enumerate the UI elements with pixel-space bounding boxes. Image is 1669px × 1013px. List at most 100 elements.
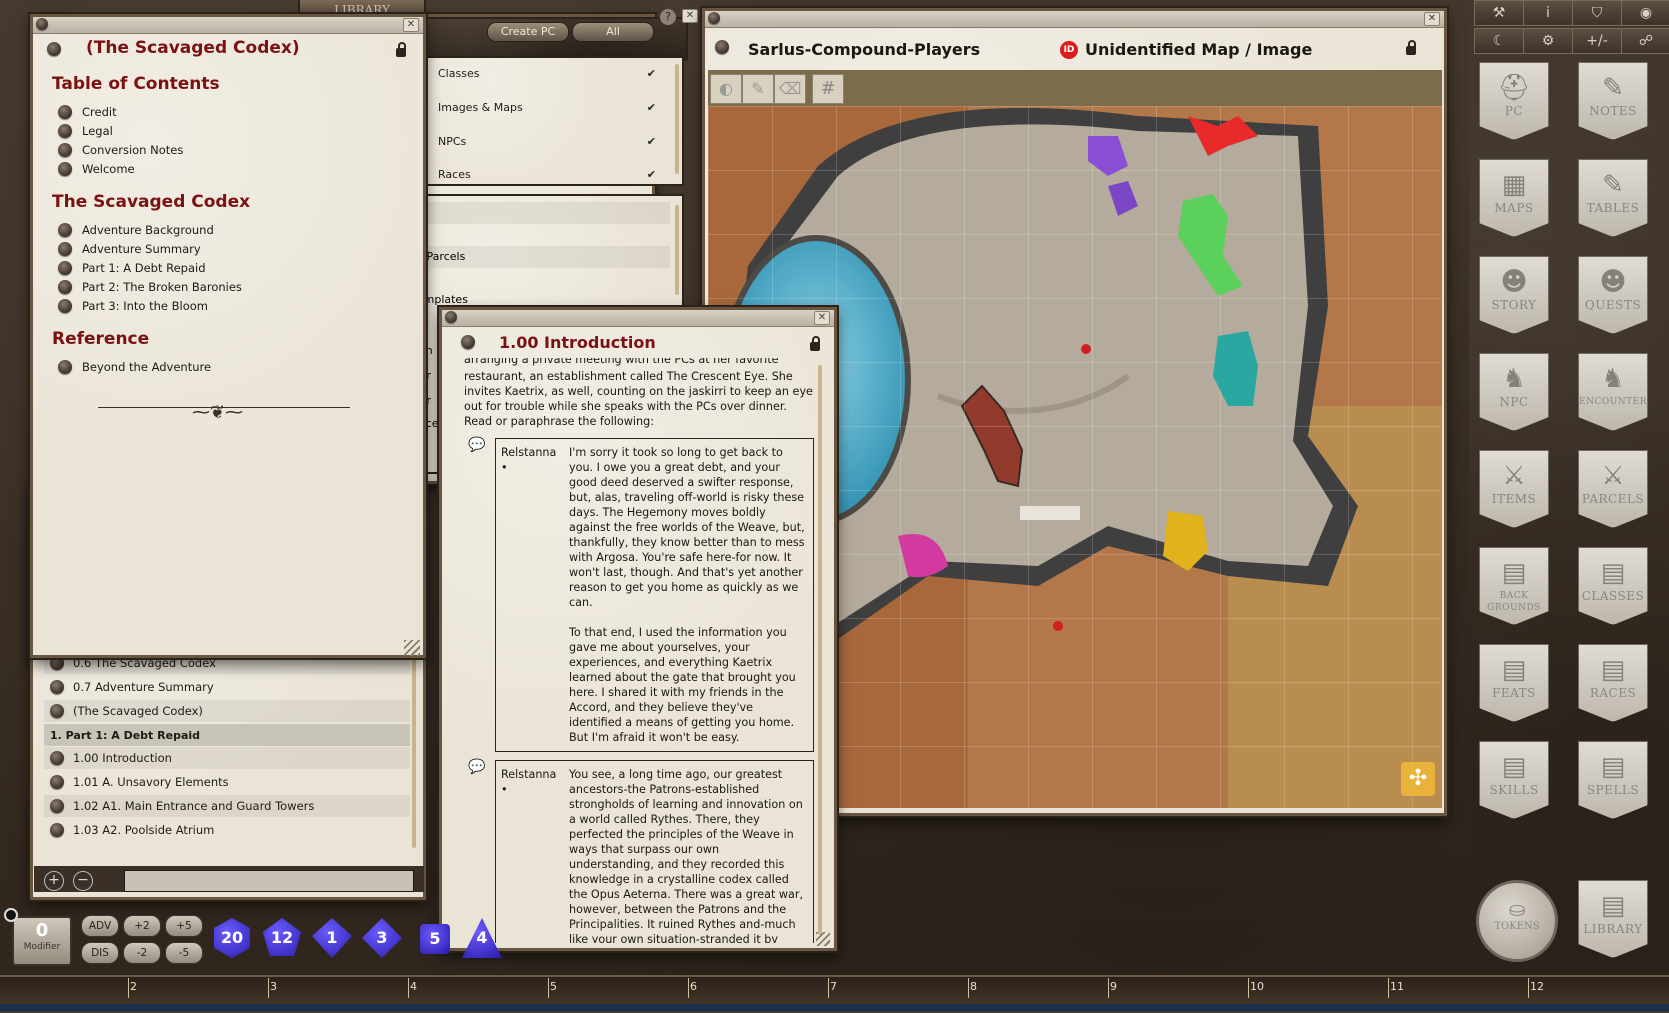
sidebar-button-races[interactable]: ▤ RACES <box>1578 644 1648 722</box>
map-close-button[interactable]: ✕ <box>1424 12 1440 26</box>
link-knob-icon[interactable] <box>50 799 64 813</box>
d12-die-icon[interactable]: 12 <box>262 918 302 956</box>
link-knob-icon[interactable] <box>50 656 64 670</box>
grid-tool-button[interactable]: # <box>812 74 844 104</box>
map-share-button[interactable]: ✣ <box>1401 762 1435 796</box>
modifier-button-0[interactable]: ADV <box>81 915 119 937</box>
settings-tool-button[interactable]: ⚙ <box>1523 28 1573 54</box>
link-knob-icon[interactable] <box>58 142 72 157</box>
toc-item[interactable]: Adventure Background <box>52 220 392 239</box>
toc-item[interactable]: Part 3: Into the Bloom <box>52 296 392 315</box>
modifier-button-5[interactable]: -5 <box>165 942 203 964</box>
lock-icon[interactable] <box>396 42 406 57</box>
intro-close-button[interactable]: ✕ <box>814 311 830 325</box>
remove-button[interactable]: − <box>73 871 93 891</box>
toc-item[interactable]: Legal <box>52 121 392 140</box>
codex-link-icon[interactable] <box>47 42 61 56</box>
library-row-images[interactable]: Images & Maps ✔ <box>438 93 666 123</box>
sidebar-button-items[interactable]: ⚔ ITEMS <box>1479 450 1549 528</box>
library-row-races[interactable]: Races ✔ <box>438 161 666 179</box>
link-knob-icon[interactable] <box>50 680 64 694</box>
sidebar-button-pc[interactable]: ⛑ PC <box>1479 62 1549 140</box>
effects-tool-button[interactable]: ☍ <box>1621 28 1669 54</box>
modifier-button-1[interactable]: +2 <box>123 915 161 937</box>
modifier-button-3[interactable]: DIS <box>81 942 119 964</box>
sidebar-button-story[interactable]: ☻ STORY <box>1479 256 1549 334</box>
link-knob-icon[interactable] <box>50 775 64 789</box>
tokens-button[interactable]: ⛀ TOKENS <box>1476 880 1558 962</box>
sidebar-button-tables[interactable]: ✎ TABLES <box>1578 159 1648 237</box>
modifier-button-4[interactable]: -2 <box>123 942 161 964</box>
sidebar-button-quests[interactable]: ☻ QUESTS <box>1578 256 1648 334</box>
filter-search-input[interactable] <box>124 870 414 892</box>
sidebar-button-maps[interactable]: ▦ MAPS <box>1479 159 1549 237</box>
library-scroll-rail[interactable] <box>675 64 679 174</box>
party-tool-button[interactable]: ⅰ <box>1523 0 1573 26</box>
link-knob-icon[interactable] <box>58 123 72 138</box>
codex-close-button[interactable]: ✕ <box>403 18 419 32</box>
modifiers-tool-button[interactable]: +/- <box>1572 28 1622 54</box>
library-row-classes[interactable]: Classes ✔ <box>438 59 666 89</box>
toc-item[interactable]: Welcome <box>52 159 392 178</box>
d20-die-icon[interactable]: 20 <box>214 918 250 958</box>
link-knob-icon[interactable] <box>50 751 64 765</box>
module-row-partial[interactable]: re Parcels <box>412 246 670 268</box>
story-list-item[interactable]: 1.01 A. Unsavory Elements <box>44 771 410 793</box>
link-knob-icon[interactable] <box>58 260 72 275</box>
sidebar-button-spells[interactable]: ▤ SPELLS <box>1578 741 1648 819</box>
toc-item[interactable]: Credit <box>52 102 392 121</box>
lock-icon[interactable] <box>810 336 820 351</box>
eraser-tool-button[interactable]: ⌫ <box>774 74 806 104</box>
story-list-item[interactable]: 0.7 Adventure Summary <box>44 676 410 698</box>
chat-tool-button[interactable]: ⛉ <box>1572 0 1622 26</box>
story-list-item[interactable]: 1.02 A1. Main Entrance and Guard Towers <box>44 795 410 817</box>
modifier-button-2[interactable]: +5 <box>165 915 203 937</box>
help-button[interactable]: ? <box>660 9 676 25</box>
story-list-item[interactable]: (The Scavaged Codex) <box>44 700 410 722</box>
d8-die-icon[interactable]: 3 <box>362 918 402 958</box>
link-knob-icon[interactable] <box>58 222 72 237</box>
link-knob-icon[interactable] <box>58 241 72 256</box>
link-knob-icon[interactable] <box>58 279 72 294</box>
sidebar-button-npc[interactable]: ♞ NPC <box>1479 353 1549 431</box>
map-titlebar[interactable]: ✕ <box>705 11 1444 28</box>
toc-item[interactable]: Part 1: A Debt Repaid <box>52 258 392 277</box>
map-link-icon[interactable] <box>715 40 729 54</box>
toc-item[interactable]: Adventure Summary <box>52 239 392 258</box>
link-knob-icon[interactable] <box>58 359 72 374</box>
all-filter-button[interactable]: All <box>572 22 654 42</box>
module-scroll-rail[interactable] <box>675 205 679 295</box>
create-pc-button[interactable]: Create PC <box>487 22 569 42</box>
link-knob-icon[interactable] <box>58 161 72 176</box>
d10-die-icon[interactable]: 1 <box>312 918 352 958</box>
link-knob-icon[interactable] <box>58 298 72 313</box>
link-knob-icon[interactable] <box>58 104 72 119</box>
target-icon[interactable] <box>4 908 18 922</box>
sidebar-button-parcels[interactable]: ⚔ PARCELS <box>1578 450 1648 528</box>
add-button[interactable]: + <box>44 871 64 891</box>
intro-resize-grip[interactable] <box>816 932 830 946</box>
sidebar-button-feats[interactable]: ▤ FEATS <box>1479 644 1549 722</box>
mask-tool-button[interactable]: ◐ <box>710 74 742 104</box>
story-list-item[interactable]: 1.03 A2. Poolside Atrium <box>44 819 410 841</box>
sidebar-button-back-grounds[interactable]: ▤ BACK GROUNDS <box>1479 547 1549 625</box>
options-tool-button[interactable]: ◉ <box>1621 0 1669 26</box>
story-group-header[interactable]: 1. Part 1: A Debt Repaid <box>44 724 410 746</box>
toc-item[interactable]: Part 2: The Broken Baronies <box>52 277 392 296</box>
lock-icon[interactable] <box>1406 40 1416 55</box>
combat-tool-button[interactable]: ⚒ <box>1474 0 1524 26</box>
sidebar-button-notes[interactable]: ✎ NOTES <box>1578 62 1648 140</box>
module-row-partial[interactable]: Templates <box>412 293 670 307</box>
codex-resize-grip[interactable] <box>404 640 420 656</box>
story-list-scroll-rail[interactable] <box>412 650 416 848</box>
sidebar-button-classes[interactable]: ▤ CLASSES <box>1578 547 1648 625</box>
modifier-box[interactable]: 0 Modifier <box>12 916 72 966</box>
link-knob-icon[interactable] <box>50 823 64 837</box>
module-row-partial[interactable]: s <box>412 202 670 224</box>
intro-titlebar[interactable]: ✕ <box>442 310 834 327</box>
pencil-tool-button[interactable]: ✎ <box>742 74 774 104</box>
intro-scroll-rail[interactable] <box>818 365 822 935</box>
d6-die-icon[interactable]: 5 <box>420 924 450 954</box>
sidebar-button-encounters[interactable]: ♞ ENCOUNTERS <box>1578 353 1648 431</box>
link-knob-icon[interactable] <box>50 704 64 718</box>
